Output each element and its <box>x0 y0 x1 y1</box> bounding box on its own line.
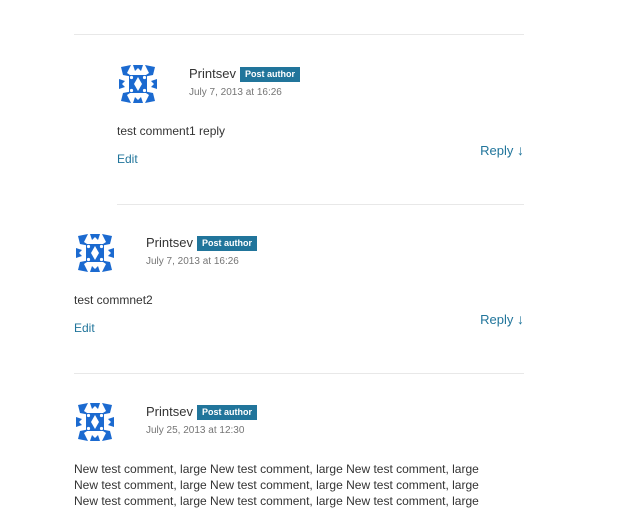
comment-divider <box>74 34 524 35</box>
comment-reply-1: Printsev Post author July 7, 2013 at 16:2… <box>117 63 524 173</box>
comment-text-line: New test comment, large New test comment… <box>74 462 479 476</box>
identicon-avatar[interactable] <box>74 232 116 274</box>
reply-label: Reply <box>480 143 514 158</box>
comment-author-line: Printsev Post author <box>146 404 257 420</box>
comment-author-name[interactable]: Printsev <box>146 235 193 250</box>
comment-author-line: Printsev Post author <box>189 66 300 82</box>
reply-button[interactable]: Reply ↓ <box>480 311 524 327</box>
comment-text-line: New test comment, large New test comment… <box>74 494 479 508</box>
arrow-down-icon: ↓ <box>517 142 524 158</box>
comment-3: Printsev Post author July 25, 2013 at 12:… <box>74 401 534 508</box>
post-author-badge: Post author <box>196 405 257 420</box>
post-author-badge: Post author <box>196 236 257 251</box>
comment-divider <box>117 204 524 205</box>
comment-divider <box>74 373 524 374</box>
post-author-badge: Post author <box>239 67 300 82</box>
reply-label: Reply <box>480 312 514 327</box>
comment-text-line: New test comment, large New test comment… <box>74 478 479 492</box>
comment-text: test comment1 reply <box>117 124 226 138</box>
identicon-avatar[interactable] <box>74 401 116 443</box>
comment-date[interactable]: July 7, 2013 at 16:26 <box>146 256 239 267</box>
comment-author-name[interactable]: Printsev <box>189 66 236 81</box>
comment-author-name[interactable]: Printsev <box>146 404 193 419</box>
arrow-down-icon: ↓ <box>517 311 524 327</box>
comment-author-line: Printsev Post author <box>146 235 257 251</box>
identicon-avatar[interactable] <box>117 63 159 105</box>
comment-2: Printsev Post author July 7, 2013 at 16:2… <box>74 232 524 342</box>
reply-button[interactable]: Reply ↓ <box>480 142 524 158</box>
comment-text: New test comment, large New test comment… <box>74 461 479 509</box>
edit-link[interactable]: Edit <box>117 152 138 166</box>
edit-link[interactable]: Edit <box>74 321 95 335</box>
comment-date[interactable]: July 7, 2013 at 16:26 <box>189 87 282 98</box>
comment-date[interactable]: July 25, 2013 at 12:30 <box>146 425 244 436</box>
comment-text: test commnet2 <box>74 293 153 307</box>
